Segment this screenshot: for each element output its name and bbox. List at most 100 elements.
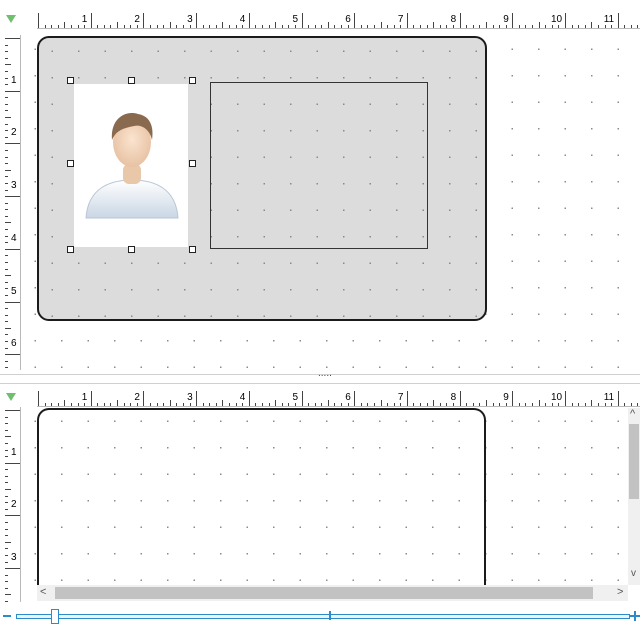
- zoom-track[interactable]: [16, 614, 630, 619]
- ruler-tick: [5, 321, 8, 323]
- ruler-tick: [5, 149, 8, 151]
- bottom-design-pane: 1 2 3 4 5 6 7 8 9 10 11 123 ^ v < >: [0, 384, 640, 604]
- vertical-scrollbar[interactable]: ^ v: [628, 408, 640, 585]
- ruler-tick: [485, 400, 487, 406]
- zoom-in-icon[interactable]: [630, 609, 640, 621]
- ruler-tick: [5, 574, 8, 576]
- ruler-tick: [5, 209, 8, 211]
- resize-handle-se[interactable]: [189, 246, 196, 253]
- ruler-tick: [492, 25, 494, 28]
- scroll-down-icon[interactable]: v: [631, 568, 636, 579]
- ruler-tick: [327, 22, 329, 28]
- ruler-tick: [176, 403, 178, 406]
- ruler-number: 4: [239, 392, 246, 403]
- ruler-tick: [5, 327, 11, 329]
- ruler-tick: [215, 403, 217, 406]
- ruler-tick: [5, 561, 8, 563]
- ruler-tick: [591, 400, 593, 406]
- ruler-tick: [163, 403, 165, 406]
- resize-handle-n[interactable]: [128, 77, 135, 84]
- ruler-tick: [5, 156, 8, 158]
- resize-handle-nw[interactable]: [67, 77, 74, 84]
- ruler-number: 3: [187, 14, 193, 25]
- ruler-corner-bottom[interactable]: [0, 390, 36, 406]
- horizontal-scrollbar[interactable]: < >: [37, 585, 628, 601]
- ruler-tick: [5, 70, 8, 72]
- ruler-tick: [380, 22, 382, 28]
- ruler-tick: [578, 25, 580, 28]
- ruler-tick: [321, 403, 323, 406]
- card-outline-back[interactable]: [37, 408, 486, 595]
- ruler-tick: [617, 13, 619, 28]
- ruler-tick: [433, 22, 435, 28]
- ruler-tick: [5, 294, 8, 296]
- text-frame[interactable]: [210, 82, 428, 249]
- ruler-tick: [485, 22, 487, 28]
- horizontal-scroll-thumb[interactable]: [55, 587, 593, 599]
- ruler-tick: [196, 391, 198, 406]
- scroll-left-icon[interactable]: <: [40, 586, 46, 598]
- zoom-out-icon[interactable]: [3, 615, 11, 617]
- ruler-tick: [5, 436, 11, 438]
- bottom-vertical-ruler[interactable]: 1 2 3: [5, 407, 21, 603]
- ruler-tick: [5, 163, 8, 165]
- ruler-tick: [354, 13, 356, 28]
- ruler-number: 1: [81, 14, 88, 25]
- ruler-tick: [5, 215, 8, 217]
- ruler-tick: [532, 25, 534, 28]
- ruler-tick: [235, 25, 237, 28]
- ruler-tick: [64, 400, 66, 406]
- ruler-tick: [617, 391, 619, 406]
- zoom-slider[interactable]: [0, 606, 640, 625]
- ruler-corner[interactable]: [0, 12, 36, 28]
- ruler-number: 8: [450, 392, 457, 403]
- ruler-tick: [354, 391, 356, 406]
- ruler-tick: [466, 25, 468, 28]
- bottom-horizontal-ruler[interactable]: 1 2 3 4 5 6 7 8 9 10 11: [37, 391, 640, 407]
- zoom-thumb[interactable]: [51, 609, 59, 624]
- ruler-tick: [169, 400, 171, 406]
- top-horizontal-ruler[interactable]: 1 2 3 4 5 6 7 8 9 10 11: [37, 13, 640, 29]
- ruler-tick: [532, 403, 534, 406]
- ruler-number: 9: [503, 392, 509, 403]
- ruler-tick: [525, 403, 527, 406]
- ruler-tick: [420, 25, 422, 28]
- ruler-tick: [5, 176, 8, 178]
- resize-handle-w[interactable]: [67, 160, 74, 167]
- ruler-tick: [597, 403, 599, 406]
- top-vertical-ruler[interactable]: 1 2 3 4 5 6: [5, 35, 21, 370]
- ruler-number: 11: [603, 392, 615, 403]
- ruler-tick: [505, 25, 507, 28]
- ruler-tick: [565, 391, 566, 406]
- ruler-tick: [433, 400, 435, 406]
- ruler-tick: [5, 130, 8, 132]
- ruler-number: 6: [345, 14, 351, 25]
- ruler-tick: [591, 22, 593, 28]
- scroll-right-icon[interactable]: >: [617, 586, 623, 598]
- scroll-up-icon[interactable]: ^: [630, 408, 635, 420]
- ruler-tick: [5, 341, 8, 343]
- ruler-number: 5: [11, 285, 17, 297]
- resize-handle-s[interactable]: [128, 246, 135, 253]
- ruler-tick: [5, 103, 8, 105]
- ruler-tick: [5, 535, 8, 537]
- ruler-tick: [268, 403, 270, 406]
- ruler-tick: [97, 25, 99, 28]
- ruler-tick: [57, 25, 59, 28]
- ruler-tick: [604, 25, 606, 28]
- ruler-tick: [130, 25, 132, 28]
- resize-handle-sw[interactable]: [67, 246, 74, 253]
- ruler-tick: [341, 403, 343, 406]
- ruler-tick: [630, 25, 632, 28]
- ruler-tick: [242, 403, 244, 406]
- resize-handle-e[interactable]: [189, 160, 196, 167]
- vertical-scroll-thumb[interactable]: [629, 424, 639, 499]
- ruler-tick: [341, 25, 343, 28]
- ruler-tick: [426, 25, 428, 28]
- ruler-number: 3: [11, 552, 17, 564]
- ruler-tick: [5, 248, 20, 250]
- ruler-tick: [446, 403, 448, 406]
- ruler-tick: [136, 403, 138, 406]
- resize-handle-ne[interactable]: [189, 77, 196, 84]
- splitter-grip[interactable]: .....: [318, 368, 332, 379]
